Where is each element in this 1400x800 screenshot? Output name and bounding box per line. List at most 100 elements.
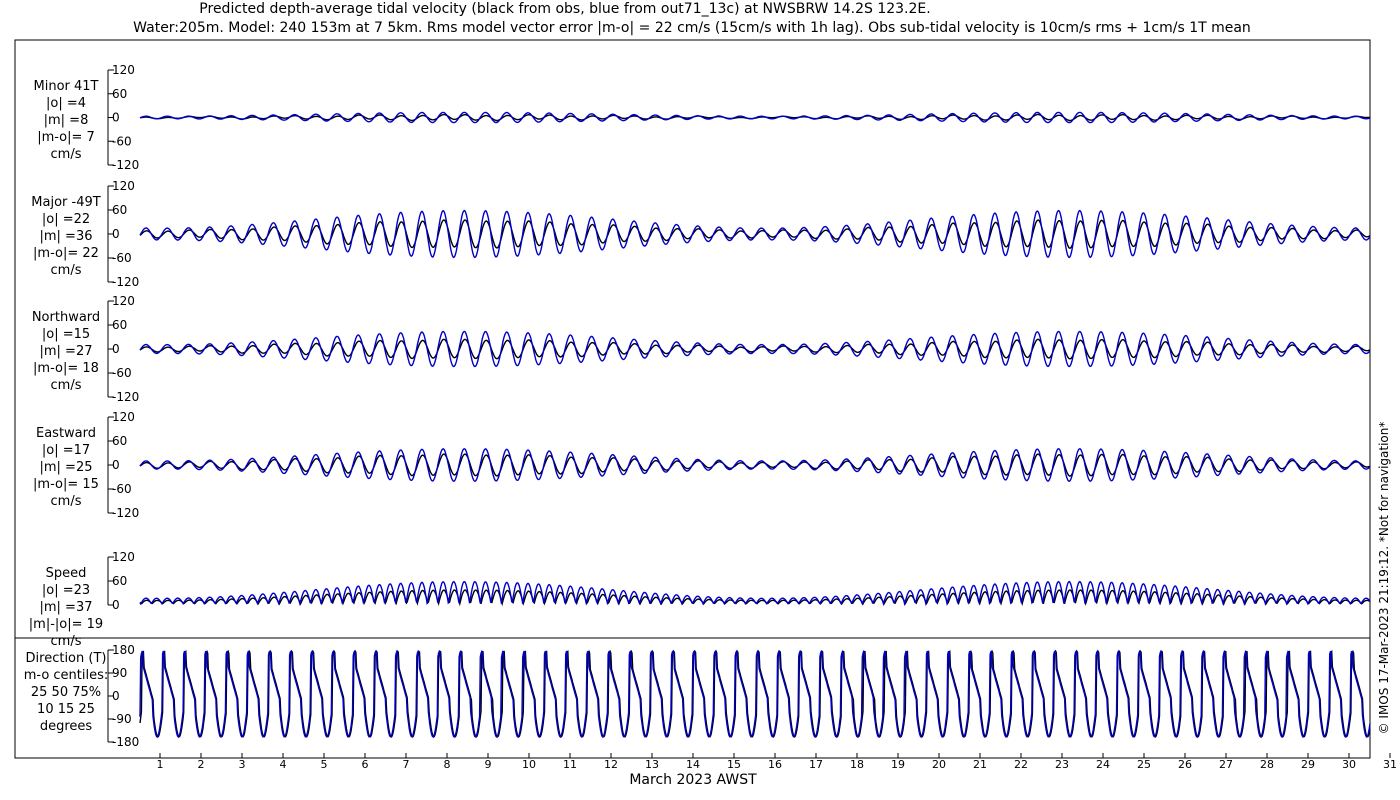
panel-speed: 120 60 0 Speed |o| =23 |m| =37 |m|-|o|= 19 cm/s bbox=[29, 550, 1371, 649]
x-axis: 1 2 3 4 5 6 7 8 9 10 11 12 13 14 15 16 17 18 19 20 21 22 23 24 2… bbox=[157, 753, 1397, 771]
panel-label-line: |m-o|= 15 bbox=[33, 477, 99, 492]
x-tick-label: 8 bbox=[444, 758, 451, 771]
panel-label-line: |o| =22 bbox=[42, 212, 90, 227]
y-tick-label: -90 bbox=[112, 712, 132, 726]
y-tick-label: 0 bbox=[112, 689, 120, 703]
x-tick-label: 21 bbox=[973, 758, 987, 771]
series-blue-line bbox=[139, 209, 1371, 259]
panel-label-line: 10 15 25 bbox=[37, 702, 95, 717]
panel-label-line: |o| =4 bbox=[46, 96, 86, 111]
y-tick-label: 0 bbox=[112, 342, 120, 356]
panel-northward: 120 60 0 -60 -120 Northward |o| =15 |m| =27 |m-o… bbox=[32, 294, 1371, 404]
panel-label-line: Northward bbox=[32, 310, 100, 325]
x-tick-label: 3 bbox=[239, 758, 246, 771]
y-tick-label: 0 bbox=[112, 111, 120, 125]
y-tick-label: 60 bbox=[112, 87, 127, 101]
x-tick-label: 9 bbox=[485, 758, 492, 771]
panel-label-line: |m-o|= 22 bbox=[33, 246, 99, 261]
y-tick-label: 60 bbox=[112, 318, 127, 332]
panel-eastward: 120 60 0 -60 -120 Eastward |o| =17 |m| =25 |m-o|… bbox=[33, 410, 1371, 520]
panel-label-line: cm/s bbox=[51, 147, 82, 162]
y-tick-label: 120 bbox=[112, 179, 135, 193]
y-tick-label: 180 bbox=[112, 643, 135, 657]
panel-label-line: cm/s bbox=[51, 494, 82, 509]
y-tick-label: -60 bbox=[112, 251, 132, 265]
panel-label-line: |o| =15 bbox=[42, 327, 90, 342]
panel-label-line: |m|-|o|= 19 bbox=[29, 617, 103, 632]
x-tick-label: 22 bbox=[1014, 758, 1028, 771]
x-tick-label: 15 bbox=[727, 758, 741, 771]
y-tick-label: 120 bbox=[112, 294, 135, 308]
panel-label-line: cm/s bbox=[51, 634, 82, 649]
x-tick-label: 18 bbox=[850, 758, 864, 771]
panel-label-line: Minor 41T bbox=[34, 79, 99, 94]
y-tick-label: 60 bbox=[112, 434, 127, 448]
panel-label-line: |m| =8 bbox=[44, 113, 89, 128]
panel-label-line: |o| =17 bbox=[42, 443, 90, 458]
panel-direction: 180 90 0 -90 -180 Direction (T) m-o centiles: 2… bbox=[24, 643, 1371, 749]
x-tick-label: 1 bbox=[157, 758, 164, 771]
y-tick-label: 60 bbox=[112, 203, 127, 217]
series-blue-line bbox=[139, 111, 1371, 124]
panel-label-line: Speed bbox=[46, 566, 87, 581]
y-tick-label: 90 bbox=[112, 666, 127, 680]
x-tick-label: 30 bbox=[1342, 758, 1356, 771]
series-blue-line bbox=[139, 330, 1371, 368]
x-tick-label: 31 bbox=[1383, 758, 1397, 771]
panel-label-line: |m-o|= 18 bbox=[33, 361, 99, 376]
x-tick-label: 29 bbox=[1301, 758, 1315, 771]
x-tick-label: 27 bbox=[1219, 758, 1233, 771]
y-tick-label: 0 bbox=[112, 598, 120, 612]
y-tick-label: -180 bbox=[112, 735, 139, 749]
y-tick-label: -60 bbox=[112, 482, 132, 496]
series-blue-line bbox=[139, 580, 1371, 607]
panel-label-line: m-o centiles: bbox=[24, 668, 109, 683]
panel-label-line: |m| =25 bbox=[40, 460, 93, 475]
panel-label-line: |m| =27 bbox=[40, 344, 93, 359]
panel-label-line: Major -49T bbox=[31, 195, 100, 210]
panel-label-line: |m| =36 bbox=[40, 229, 93, 244]
x-tick-label: 7 bbox=[403, 758, 410, 771]
tidal-velocity-chart: Predicted depth-average tidal velocity (… bbox=[14, 1, 1397, 788]
y-tick-label: 60 bbox=[112, 574, 127, 588]
x-tick-label: 10 bbox=[522, 758, 536, 771]
series-blue-line bbox=[139, 448, 1371, 482]
x-tick-label: 2 bbox=[198, 758, 205, 771]
x-tick-label: 26 bbox=[1178, 758, 1192, 771]
x-tick-label: 23 bbox=[1055, 758, 1069, 771]
x-tick-label: 12 bbox=[604, 758, 618, 771]
x-tick-label: 20 bbox=[932, 758, 946, 771]
panel-label-line: Direction (T) bbox=[26, 651, 107, 666]
panel-label-line: cm/s bbox=[51, 378, 82, 393]
x-tick-label: 13 bbox=[645, 758, 659, 771]
x-tick-label: 17 bbox=[809, 758, 823, 771]
panel-label-line: Eastward bbox=[36, 426, 96, 441]
panel-minor: 120 60 0 -60 -120 Minor 41T |o| =4 |m| =8 |m-o|=… bbox=[34, 63, 1371, 172]
x-tick-label: 6 bbox=[362, 758, 369, 771]
y-tick-label: -60 bbox=[112, 134, 132, 148]
x-tick-label: 11 bbox=[563, 758, 577, 771]
x-tick-label: 4 bbox=[280, 758, 287, 771]
panels-group: 120600-60-120Minor 41T|o| =4|m| =8|m-o|=… bbox=[14, 39, 1397, 771]
y-tick-label: 120 bbox=[112, 410, 135, 424]
series-black-line bbox=[139, 338, 1371, 360]
y-tick-label: -120 bbox=[112, 275, 139, 289]
panel-label-line: |m| =37 bbox=[40, 600, 93, 615]
x-axis-label: March 2023 AWST bbox=[629, 772, 757, 788]
panel-label-line: |m-o|= 7 bbox=[37, 130, 95, 145]
x-tick-label: 14 bbox=[686, 758, 700, 771]
panel-label-line: |o| =23 bbox=[42, 583, 90, 598]
x-tick-label: 25 bbox=[1137, 758, 1151, 771]
series-black-line bbox=[139, 219, 1371, 249]
chart-title-line2: Water:205m. Model: 240 153m at 7 5km. Rm… bbox=[133, 20, 1251, 36]
x-tick-label: 16 bbox=[768, 758, 782, 771]
panel-label-line: 25 50 75% bbox=[31, 685, 101, 700]
panel-label-line: degrees bbox=[40, 719, 93, 734]
panel-major: 120 60 0 -60 -120 Major -49T |o| =22 |m| =36 |m-… bbox=[31, 179, 1371, 289]
y-tick-label: -120 bbox=[112, 390, 139, 404]
panel-label-line: cm/s bbox=[51, 263, 82, 278]
x-tick-label: 5 bbox=[321, 758, 328, 771]
y-tick-label: 120 bbox=[112, 550, 135, 564]
x-tick-label: 24 bbox=[1096, 758, 1110, 771]
y-tick-label: -120 bbox=[112, 158, 139, 172]
